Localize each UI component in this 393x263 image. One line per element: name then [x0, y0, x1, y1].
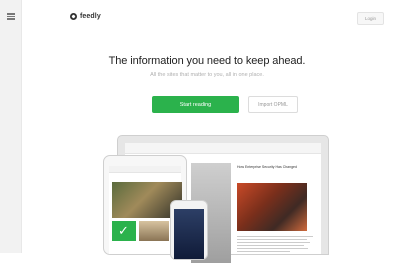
- laptop-topbar: [125, 143, 321, 154]
- hamburger-menu-icon[interactable]: [7, 13, 15, 20]
- left-sidebar: [0, 0, 22, 253]
- feedly-logo-icon: [70, 13, 77, 20]
- tablet-topbar: [109, 166, 181, 173]
- page-headline: The information you need to keep ahead.: [108, 55, 306, 67]
- laptop-article-photo: [237, 183, 307, 231]
- feedly-logo[interactable]: feedly: [70, 13, 101, 20]
- laptop-article-title: How Enterprise Security Has Changed: [237, 165, 297, 169]
- page-subheadline: All the sites that matter to you, all in…: [150, 72, 264, 78]
- check-icon: [112, 221, 136, 241]
- phone-screen: [174, 209, 204, 259]
- tablet-tile-image: [139, 221, 169, 241]
- import-opml-button[interactable]: Import OPML: [248, 96, 298, 113]
- phone-illustration: [170, 200, 208, 260]
- start-reading-button[interactable]: Start reading: [152, 96, 239, 113]
- brand-name: feedly: [80, 13, 101, 20]
- login-button[interactable]: Login: [357, 12, 384, 25]
- laptop-article-text: [237, 236, 313, 254]
